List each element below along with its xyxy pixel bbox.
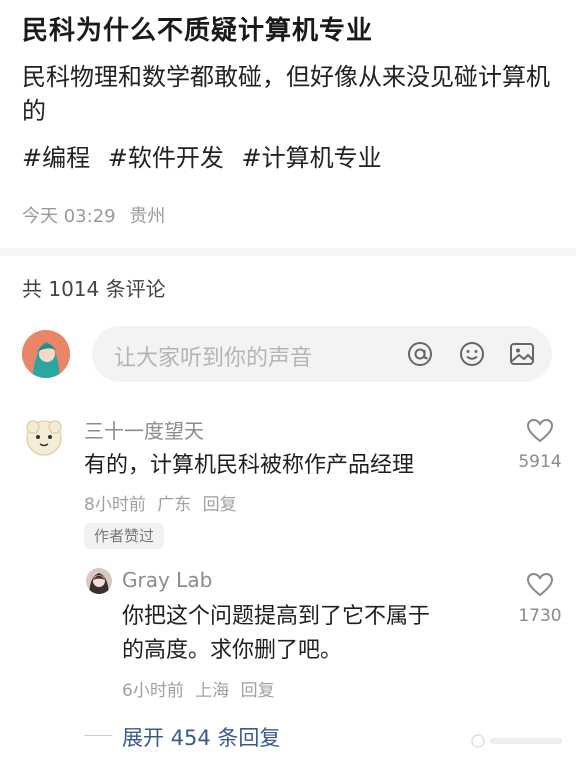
- comment-count: 共 1014 条评论: [22, 277, 166, 301]
- expand-divider: [84, 735, 112, 736]
- reply-time: 6小时前: [122, 681, 184, 701]
- post-time: 今天 03:29: [22, 206, 116, 227]
- comment-meta: 8小时前 广东 回复: [84, 490, 243, 515]
- post-body: 民科物理和数学都敢碰，但好像从来没见碰计算机的: [22, 63, 550, 125]
- avatar[interactable]: [86, 568, 112, 594]
- reply-location: 上海: [195, 681, 230, 701]
- avatar[interactable]: [22, 330, 70, 378]
- heart-icon[interactable]: [526, 418, 554, 444]
- comment-text: 有的，计算机民科被称作产品经理: [84, 453, 415, 478]
- post-meta: 今天 03:29 贵州: [22, 202, 173, 228]
- post-title: 民科为什么不质疑计算机专业: [22, 16, 374, 46]
- post-location: 贵州: [129, 206, 166, 227]
- comment-input-placeholder: 让大家听到你的声音: [114, 346, 313, 371]
- reply-button[interactable]: 回复: [241, 681, 275, 701]
- at-icon[interactable]: [406, 340, 434, 368]
- section-divider: [0, 248, 576, 256]
- comment-author[interactable]: 三十一度望天: [84, 415, 204, 444]
- tag-link[interactable]: #编程: [22, 144, 90, 172]
- comment-location: 广东: [157, 495, 192, 515]
- like-count: 1730: [518, 606, 562, 626]
- reply-meta: 6小时前 上海 回复: [122, 676, 281, 701]
- avatar[interactable]: [22, 414, 66, 458]
- tag-link[interactable]: #计算机专业: [242, 144, 382, 172]
- reply-button[interactable]: 回复: [203, 495, 237, 515]
- image-icon[interactable]: [508, 340, 536, 368]
- reply-text: 你把这个问题提高到了它不属于: [122, 604, 431, 629]
- author-liked-badge: 作者赞过: [84, 523, 165, 549]
- expand-replies-button[interactable]: 展开 454 条回复: [122, 722, 280, 752]
- watermark: [471, 734, 562, 748]
- post-tags: #编程 #软件开发 #计算机专业: [22, 138, 392, 173]
- comment-input[interactable]: 让大家听到你的声音: [92, 326, 552, 382]
- reply-text: 的高度。求你删了吧。: [122, 638, 343, 663]
- reply-author[interactable]: Gray Lab: [122, 568, 212, 592]
- heart-icon[interactable]: [526, 572, 554, 598]
- emoji-icon[interactable]: [458, 340, 486, 368]
- like-count: 5914: [518, 452, 562, 472]
- tag-link[interactable]: #软件开发: [108, 144, 224, 172]
- comment-time: 8小时前: [84, 495, 146, 515]
